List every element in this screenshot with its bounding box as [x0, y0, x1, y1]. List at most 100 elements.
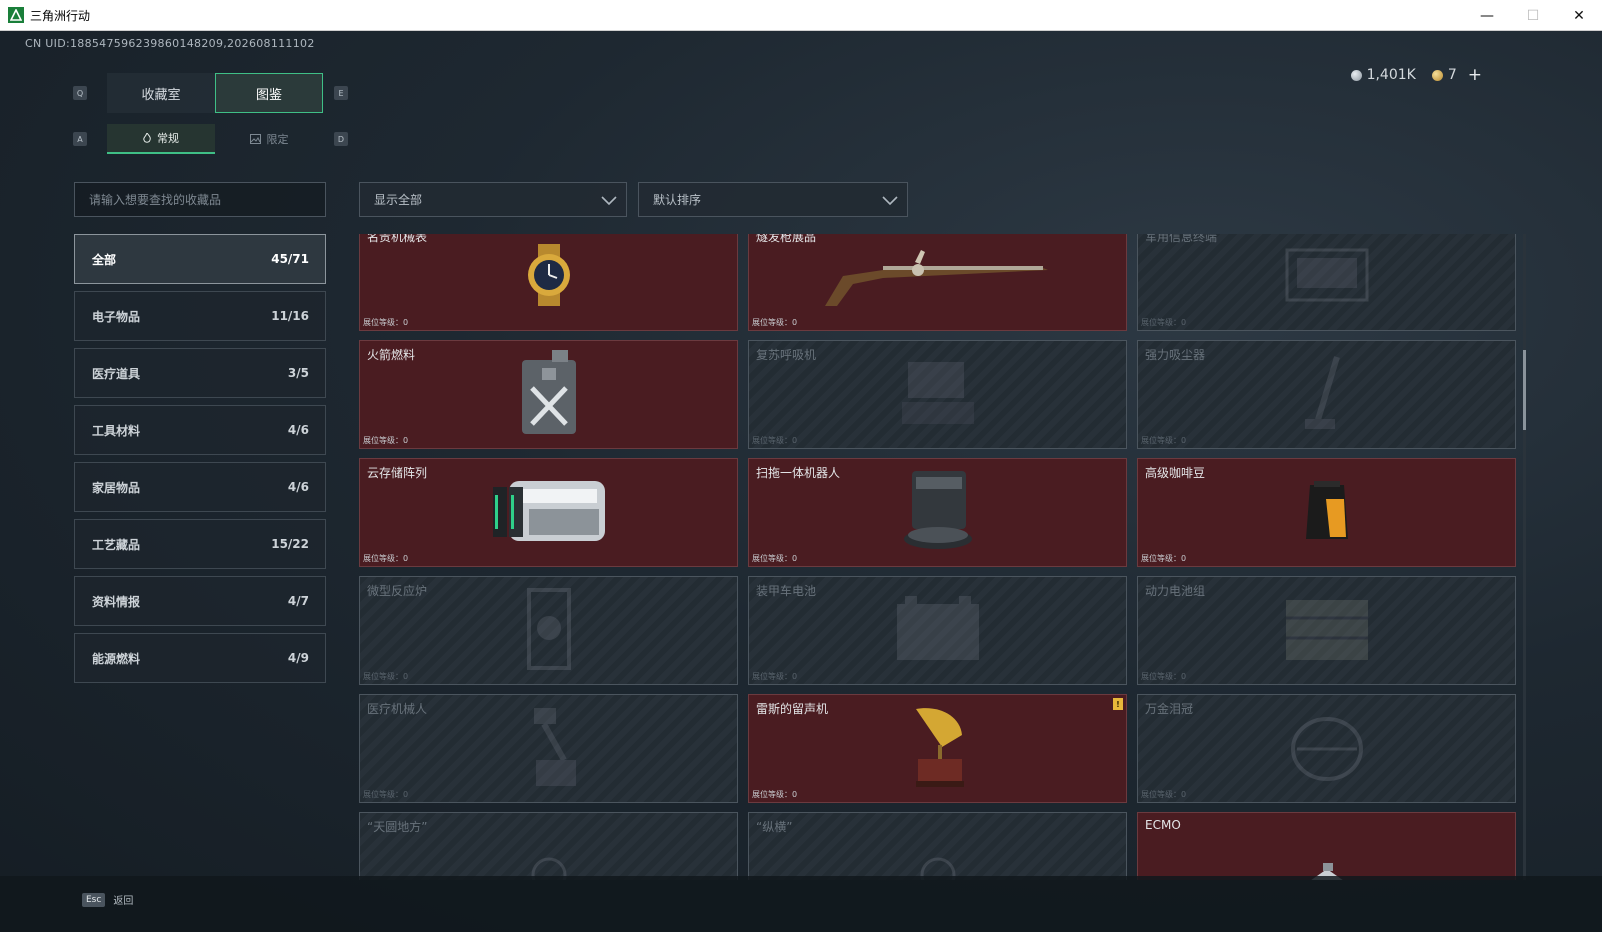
gold-coin-icon — [1431, 69, 1443, 81]
card-level: 展位等级：0 — [1141, 317, 1186, 328]
chevron-down-icon — [601, 196, 617, 206]
tab-collection-room[interactable]: 收藏室 — [107, 73, 215, 113]
category-label: 工艺藏品 — [92, 537, 141, 552]
add-currency-button[interactable]: + — [1468, 65, 1482, 85]
key-hint-prev-sub: A — [73, 132, 87, 146]
card-level-value: 0 — [1181, 672, 1187, 681]
card-level: 展位等级：0 — [752, 789, 797, 800]
card-level-label: 展位等级： — [752, 672, 792, 681]
card-name: 高级咖啡豆 — [1145, 466, 1206, 480]
back-button[interactable]: Esc 返回 — [82, 892, 133, 907]
card-level-value: 0 — [403, 436, 409, 445]
artifact-icon — [519, 845, 579, 880]
maximize-button[interactable]: ☐ — [1510, 0, 1556, 31]
minimize-button[interactable]: — — [1464, 0, 1510, 31]
category-medical[interactable]: 医疗道具 3/5 — [74, 348, 326, 398]
silver-amount: 1,401K — [1366, 67, 1416, 83]
card-name: 复苏呼吸机 — [756, 348, 817, 362]
card-level-value: 0 — [1181, 790, 1187, 799]
collection-card[interactable]: 装甲车电池 展位等级：0 — [748, 576, 1127, 685]
card-level: 展位等级：0 — [363, 671, 408, 682]
category-count: 15/22 — [271, 537, 309, 551]
card-level-label: 展位等级： — [1141, 672, 1181, 681]
battery-pack-icon — [1282, 594, 1372, 668]
collection-card[interactable]: 微型反应炉展位等级：0 — [359, 576, 738, 685]
category-count: 4/9 — [287, 651, 309, 665]
category-count: 4/7 — [287, 594, 309, 608]
key-hint-prev-tab: Q — [73, 86, 87, 100]
category-label: 全部 — [92, 252, 117, 267]
collection-card[interactable]: 医疗机械人 展位等级：0 — [359, 694, 738, 803]
card-level-label: 展位等级： — [752, 554, 792, 563]
card-level-label: 展位等级： — [1141, 436, 1181, 445]
tab-codex[interactable]: 图鉴 — [215, 73, 323, 113]
collection-card[interactable]: 动力电池组 展位等级：0 — [1137, 576, 1516, 685]
gramophone-icon — [908, 705, 968, 793]
category-all[interactable]: 全部 45/71 — [74, 234, 326, 284]
category-tools[interactable]: 工具材料 4/6 — [74, 405, 326, 455]
collection-card[interactable]: 强力吸尘器展位等级：0 — [1137, 340, 1516, 449]
card-level-value: 0 — [403, 790, 409, 799]
card-level: 展位等级：0 — [363, 317, 408, 328]
reactor-icon — [519, 586, 579, 676]
scrollbar-thumb[interactable] — [1523, 350, 1526, 430]
main-tabs: 收藏室 图鉴 — [107, 73, 323, 113]
collection-card[interactable]: 扫拖一体机器人 展位等级：0 — [748, 458, 1127, 567]
card-name: 雷斯的留声机 — [756, 702, 829, 716]
card-level-label: 展位等级： — [752, 790, 792, 799]
card-name: 名贵机械表 — [367, 234, 428, 244]
category-count: 11/16 — [271, 309, 309, 323]
currency-bar: 1,401K 7 + — [1350, 65, 1482, 85]
collection-card[interactable]: 雷斯的留声机展位等级：0! — [748, 694, 1127, 803]
sort-dropdown[interactable]: 默认排序 — [638, 182, 908, 217]
card-level-value: 0 — [1181, 554, 1187, 563]
card-name: 强力吸尘器 — [1145, 348, 1206, 362]
collection-card[interactable]: 燧发枪展品 展位等级：0 — [748, 234, 1127, 331]
card-level-label: 展位等级： — [363, 554, 403, 563]
crown-icon — [1287, 709, 1367, 789]
new-badge-icon: ! — [1113, 698, 1123, 710]
watch-icon — [518, 242, 580, 312]
collection-card[interactable]: “天圆地方”展位等级：0 — [359, 812, 738, 880]
category-crafts[interactable]: 工艺藏品 15/22 — [74, 519, 326, 569]
category-energy[interactable]: 能源燃料 4/9 — [74, 633, 326, 683]
collection-card[interactable]: ECMO展位等级：0 — [1137, 812, 1516, 880]
search-input[interactable] — [74, 182, 326, 217]
close-button[interactable]: ✕ — [1556, 0, 1602, 31]
display-filter-dropdown[interactable]: 显示全部 — [359, 182, 627, 217]
collection-card[interactable]: 复苏呼吸机 展位等级：0 — [748, 340, 1127, 449]
subtab-regular[interactable]: 常规 — [107, 124, 215, 154]
card-level: 展位等级：0 — [1141, 553, 1186, 564]
sort-value: 默认排序 — [653, 193, 702, 207]
player-uid: CN UID:1885475962398601482​09,2026081111… — [25, 37, 315, 50]
collection-card[interactable]: 火箭燃料 展位等级：0 — [359, 340, 738, 449]
subtab-limited[interactable]: 限定 — [215, 124, 323, 154]
collection-card[interactable]: 军用信息终端 展位等级：0 — [1137, 234, 1516, 331]
card-name: 微型反应炉 — [367, 584, 428, 598]
grid-scrollbar[interactable] — [1523, 234, 1526, 880]
display-filter-value: 显示全部 — [374, 193, 423, 207]
category-electronics[interactable]: 电子物品 11/16 — [74, 291, 326, 341]
card-level-value: 0 — [1181, 436, 1187, 445]
esc-key-hint: Esc — [82, 892, 106, 907]
picture-icon — [249, 134, 261, 144]
window-titlebar: 三角洲行动 — ☐ ✕ — [0, 0, 1602, 31]
card-level-label: 展位等级： — [1141, 318, 1181, 327]
key-hint-next-sub: D — [334, 132, 348, 146]
fuel-can-icon — [516, 348, 582, 442]
chevron-down-icon — [882, 196, 898, 206]
category-intel[interactable]: 资料情报 4/7 — [74, 576, 326, 626]
subtab-regular-label: 常规 — [157, 132, 179, 145]
card-name: “纵横” — [756, 820, 793, 834]
card-level: 展位等级：0 — [363, 435, 408, 446]
collection-card[interactable]: 名贵机械表展位等级：0 — [359, 234, 738, 331]
card-name: “天圆地方” — [367, 820, 428, 834]
collection-card[interactable]: 万金泪冠 展位等级：0 — [1137, 694, 1516, 803]
ventilator-icon — [898, 358, 978, 432]
collection-card[interactable]: 高级咖啡豆展位等级：0 — [1137, 458, 1516, 567]
collection-card[interactable]: “纵横”展位等级：0 — [748, 812, 1127, 880]
silver-currency: 1,401K — [1350, 67, 1416, 83]
category-label: 能源燃料 — [92, 651, 141, 666]
category-household[interactable]: 家居物品 4/6 — [74, 462, 326, 512]
collection-card[interactable]: 云存储阵列 展位等级：0 — [359, 458, 738, 567]
